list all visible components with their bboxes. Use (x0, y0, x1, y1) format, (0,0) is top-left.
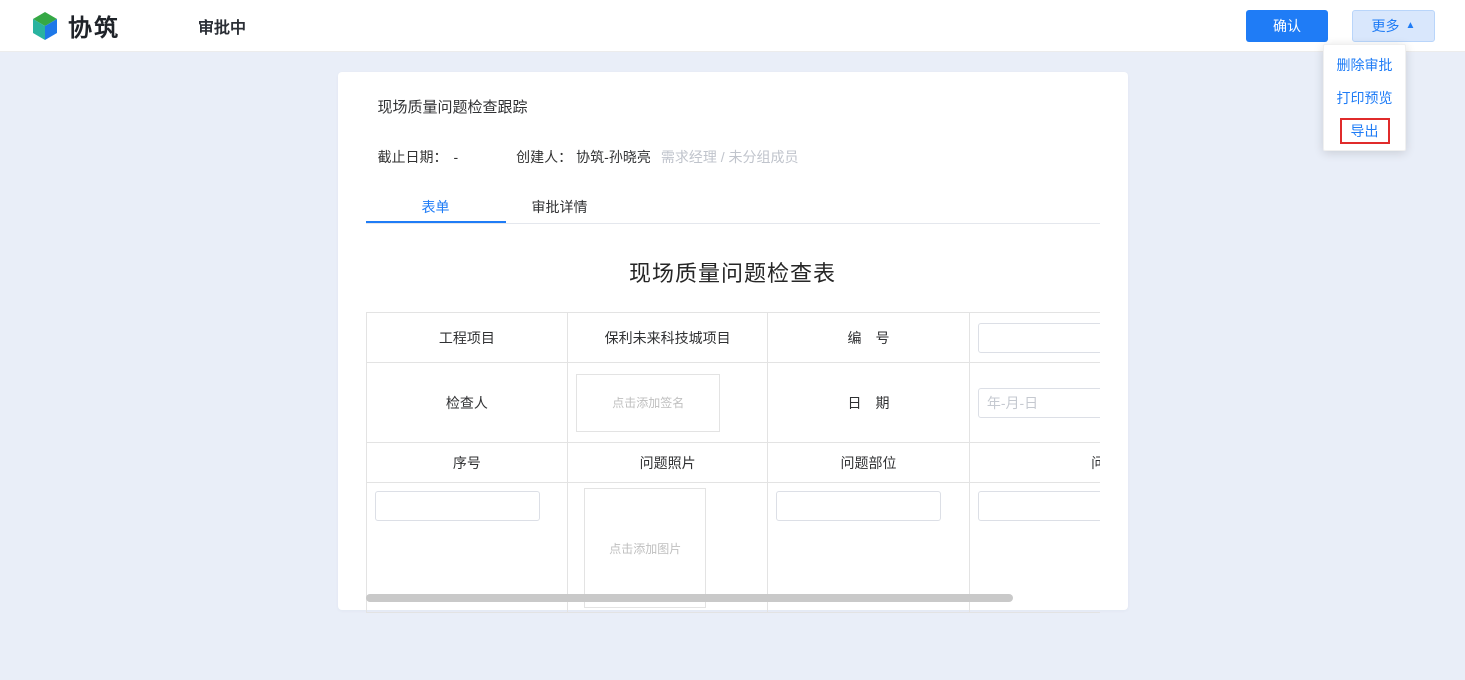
date-cell (970, 363, 1100, 443)
topbar-actions: 确认 更多 ▲ (1246, 10, 1435, 42)
inspection-form-table: 工程项目 保利未来科技城项目 编 号 检查人 点击添加签名 日 期 (366, 312, 1100, 613)
menu-item-export[interactable]: 导出 (1324, 114, 1405, 147)
column-header-description: 问题描述 (970, 443, 1100, 483)
table-row: 检查人 点击添加签名 日 期 (367, 363, 1100, 443)
app-logo[interactable]: 协筑 (30, 8, 120, 43)
table-row: 工程项目 保利未来科技城项目 编 号 (367, 313, 1100, 363)
top-bar: 协筑 审批中 确认 更多 ▲ (0, 0, 1465, 52)
creator-group: 创建人： 协筑-孙晓亮 需求经理 / 未分组成员 (516, 147, 798, 167)
add-photo-box[interactable]: 点击添加图片 (584, 488, 706, 608)
main-area: 现场质量问题检查跟踪 截止日期： - 创建人： 协筑-孙晓亮 需求经理 / 未分… (0, 52, 1465, 680)
inspector-label-cell: 检查人 (367, 363, 569, 443)
logo-text: 协筑 (68, 8, 120, 43)
number-input[interactable] (978, 323, 1100, 353)
number-label-cell: 编 号 (768, 313, 970, 363)
project-label-cell: 工程项目 (367, 313, 569, 363)
date-label-cell: 日 期 (768, 363, 970, 443)
approval-card: 现场质量问题检查跟踪 截止日期： - 创建人： 协筑-孙晓亮 需求经理 / 未分… (338, 72, 1128, 610)
signature-cell: 点击添加签名 (568, 363, 768, 443)
tab-form[interactable]: 表单 (366, 193, 506, 223)
location-input[interactable] (776, 491, 941, 521)
creator-tags: 需求经理 / 未分组成员 (661, 147, 799, 167)
deadline-group: 截止日期： - (378, 147, 459, 167)
tab-bar: 表单 审批详情 (366, 193, 1100, 224)
export-highlight-box: 导出 (1340, 118, 1390, 144)
confirm-button[interactable]: 确认 (1246, 10, 1328, 42)
column-header-seq: 序号 (367, 443, 569, 483)
column-header-photo: 问题照片 (568, 443, 768, 483)
form-scroll-area: 现场质量问题检查表 工程项目 保利未来科技城项目 编 号 检查人 点击添加签名 (366, 224, 1100, 613)
column-header-location: 问题部位 (768, 443, 970, 483)
horizontal-scrollbar-thumb[interactable] (366, 594, 1013, 602)
page-title: 审批中 (198, 14, 246, 38)
more-button-label: 更多 (1372, 16, 1400, 36)
number-cell (970, 313, 1100, 363)
table-header-row: 序号 问题照片 问题部位 问题描述 (367, 443, 1100, 483)
seq-input[interactable] (375, 491, 540, 521)
horizontal-scrollbar-track (366, 594, 1088, 602)
date-input[interactable] (978, 388, 1100, 418)
tab-approval-detail[interactable]: 审批详情 (506, 193, 614, 223)
add-signature-box[interactable]: 点击添加签名 (576, 374, 720, 432)
deadline-value: - (454, 149, 459, 165)
meta-row: 截止日期： - 创建人： 协筑-孙晓亮 需求经理 / 未分组成员 (366, 147, 1100, 167)
description-input[interactable] (978, 491, 1100, 521)
menu-item-delete-approval[interactable]: 删除审批 (1324, 48, 1405, 81)
more-dropdown-menu: 删除审批 打印预览 导出 (1323, 44, 1406, 151)
deadline-label: 截止日期： (378, 147, 448, 167)
creator-label: 创建人： (516, 147, 572, 167)
chevron-up-icon: ▲ (1406, 21, 1416, 31)
project-value-cell: 保利未来科技城项目 (568, 313, 768, 363)
logo-hexagon-icon (30, 11, 60, 41)
menu-item-print-preview[interactable]: 打印预览 (1324, 81, 1405, 114)
more-button[interactable]: 更多 ▲ (1352, 10, 1435, 42)
form-title: 现场质量问题检查表 (366, 256, 1100, 288)
card-title: 现场质量问题检查跟踪 (366, 96, 1100, 117)
creator-name: 协筑-孙晓亮 (576, 147, 651, 167)
